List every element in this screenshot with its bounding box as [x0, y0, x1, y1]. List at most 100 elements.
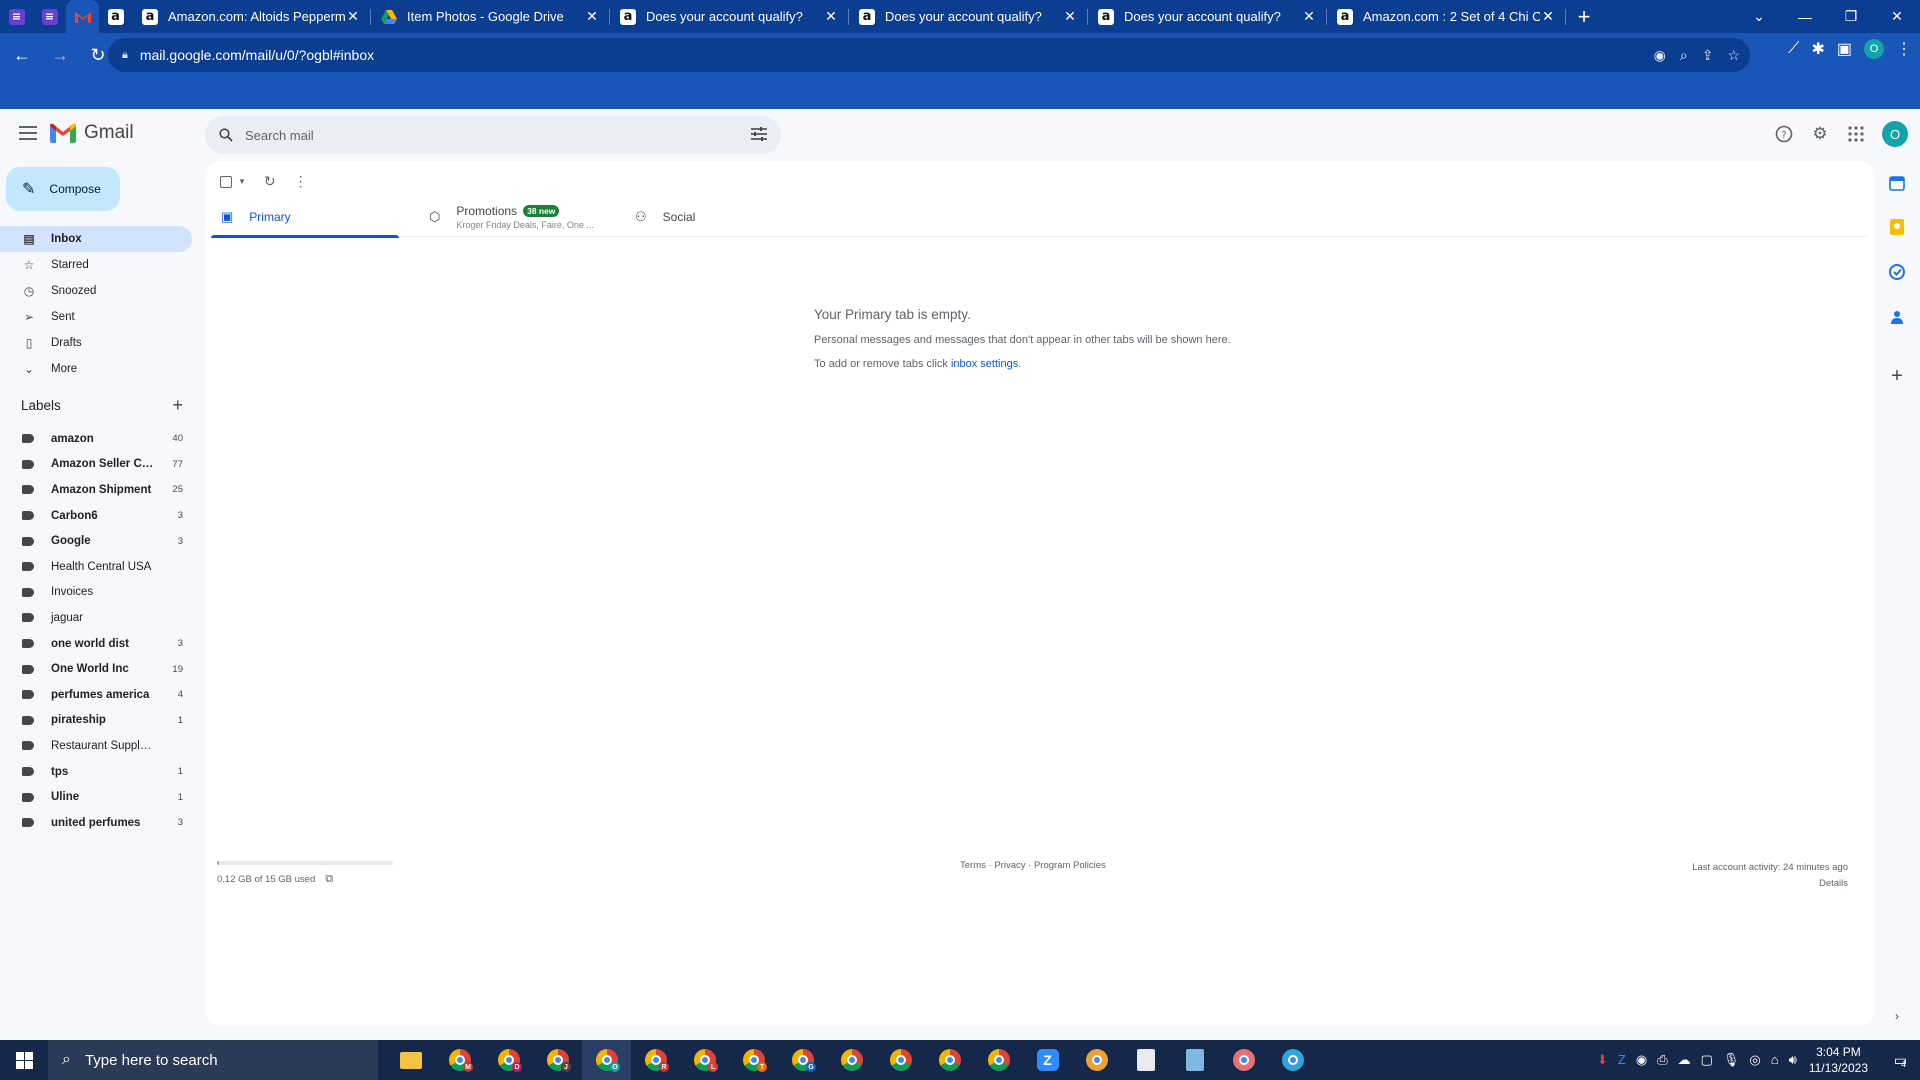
taskbar-search[interactable]: ⌕ Type here to search	[48, 1040, 378, 1080]
account-avatar[interactable]: O	[1882, 121, 1908, 147]
chrome-profile-icon[interactable]: G	[778, 1040, 827, 1080]
microphone-icon[interactable]: 🎙︎	[1723, 1052, 1740, 1068]
label-item[interactable]: amazon 40	[0, 426, 192, 452]
pinned-tab-amazon[interactable]: a	[99, 0, 132, 33]
side-panel-icon[interactable]: ▣	[1837, 39, 1852, 59]
lock-icon[interactable]: 🔒︎	[122, 49, 128, 62]
chrome-profile-icon[interactable]: O	[582, 1040, 631, 1080]
apps-grid-icon[interactable]	[1846, 124, 1866, 144]
activity-details-link[interactable]: Details	[1692, 876, 1848, 892]
chrome-icon[interactable]	[925, 1040, 974, 1080]
tab-promotions[interactable]: ⬡ Promotions 38 new Kroger Friday Deals,…	[419, 197, 609, 237]
label-item[interactable]: tps 1	[0, 759, 192, 785]
label-item[interactable]: Restaurant Supply D	[0, 733, 192, 759]
close-icon[interactable]: ✕	[1062, 8, 1078, 25]
start-button[interactable]	[0, 1040, 48, 1080]
close-icon[interactable]: ✕	[1540, 8, 1556, 25]
pinned-tab-1[interactable]: ≡	[0, 0, 33, 33]
privacy-link[interactable]: Privacy	[994, 860, 1025, 871]
zoom-app-icon[interactable]: Z	[1023, 1040, 1072, 1080]
main-menu-icon[interactable]	[18, 123, 38, 143]
label-item[interactable]: Google 3	[0, 528, 192, 554]
label-item[interactable]: Amazon Seller Ce... 77	[0, 452, 192, 478]
browser-tab[interactable]: a Does your account qualify? ✕	[849, 0, 1088, 33]
file-explorer-icon[interactable]	[386, 1040, 435, 1080]
browser-tab[interactable]: a Does your account qualify? ✕	[1088, 0, 1327, 33]
label-item[interactable]: Health Central USA	[0, 554, 192, 580]
nav-item-starred[interactable]: ☆ Starred	[0, 252, 192, 278]
nav-item-inbox[interactable]: ▤ Inbox	[0, 226, 192, 252]
chrome-profile-icon[interactable]: T	[729, 1040, 778, 1080]
tray-app-icon[interactable]: ▢	[1701, 1052, 1713, 1068]
chrome-icon[interactable]	[827, 1040, 876, 1080]
pinned-tab-gmail[interactable]	[66, 0, 99, 33]
program-policies-link[interactable]: Program Policies	[1034, 860, 1106, 871]
chrome-profile-icon[interactable]: D	[484, 1040, 533, 1080]
tab-search-icon[interactable]: ⌄	[1736, 0, 1782, 33]
search-input[interactable]	[245, 127, 725, 143]
telegram-icon[interactable]	[1268, 1040, 1317, 1080]
nav-item-more[interactable]: ⌄ More	[0, 356, 192, 382]
minimize-button[interactable]: —	[1782, 0, 1828, 33]
contacts-icon[interactable]	[1887, 307, 1907, 327]
network-icon[interactable]: ⌂	[1771, 1052, 1779, 1068]
calendar-icon[interactable]	[1887, 173, 1907, 193]
nav-item-sent[interactable]: ➢ Sent	[0, 304, 192, 330]
browser-menu-icon[interactable]: ⋮	[1896, 39, 1912, 59]
label-item[interactable]: jaguar	[0, 605, 192, 631]
cloud-icon[interactable]: ☁	[1678, 1052, 1691, 1068]
chrome-profile-icon[interactable]: L	[680, 1040, 729, 1080]
browser-tab[interactable]: a Amazon.com: Altoids Peppermint ✕	[132, 0, 371, 33]
label-item[interactable]: united perfumes 3	[0, 810, 192, 836]
chrome-icon[interactable]	[876, 1040, 925, 1080]
address-bar[interactable]: 🔒︎ mail.google.com/mail/u/0/?ogbl#inbox …	[108, 38, 1750, 72]
extension-icon[interactable]: ⟋	[1788, 40, 1799, 58]
calculator-icon[interactable]	[1121, 1040, 1170, 1080]
eye-icon[interactable]: ◉	[1654, 47, 1666, 64]
label-item[interactable]: Invoices	[0, 580, 192, 606]
browser-tab[interactable]: Item Photos - Google Drive ✕	[371, 0, 610, 33]
terms-link[interactable]: Terms	[960, 860, 986, 871]
search-icon[interactable]	[219, 128, 233, 142]
label-item[interactable]: Uline 1	[0, 784, 192, 810]
share-icon[interactable]: ⇪	[1702, 47, 1714, 64]
new-tab-button[interactable]: +	[1566, 0, 1602, 33]
back-button[interactable]: ←	[6, 39, 38, 71]
notepad-icon[interactable]	[1170, 1040, 1219, 1080]
label-item[interactable]: one world dist 3	[0, 631, 192, 657]
forward-button[interactable]: →	[44, 39, 76, 71]
gmail-logo[interactable]: Gmail	[50, 122, 134, 144]
chrome-profile-icon[interactable]: M	[435, 1040, 484, 1080]
browser-tab[interactable]: a Does your account qualify? ✕	[610, 0, 849, 33]
chevron-right-icon[interactable]: ›	[1887, 1006, 1907, 1026]
chrome-icon[interactable]	[974, 1040, 1023, 1080]
search-options-icon[interactable]	[751, 127, 767, 141]
compose-button[interactable]: ✎ Compose	[6, 167, 120, 211]
tray-app-icon[interactable]: ⬇	[1597, 1052, 1608, 1068]
camera-icon[interactable]: ◎	[1749, 1052, 1760, 1068]
bookmark-star-icon[interactable]: ☆	[1727, 47, 1740, 64]
nav-item-drafts[interactable]: ▯ Drafts	[0, 330, 192, 356]
nav-item-snoozed[interactable]: ◷ Snoozed	[0, 278, 192, 304]
open-in-new-icon[interactable]: ⧉	[325, 873, 333, 886]
label-item[interactable]: One World Inc 19	[0, 656, 192, 682]
notification-center-icon[interactable]: ▭ 4	[1880, 1040, 1920, 1080]
select-dropdown-icon[interactable]: ▼	[238, 177, 246, 186]
tab-social[interactable]: ⚇ Social	[625, 197, 785, 237]
browser-profile-avatar[interactable]: O	[1864, 39, 1884, 59]
printer-icon[interactable]: ⎙	[1657, 1052, 1667, 1068]
get-addons-icon[interactable]: +	[1887, 365, 1907, 387]
zoom-icon[interactable]: ⌕	[1680, 47, 1688, 64]
app-icon[interactable]	[1072, 1040, 1121, 1080]
extensions-puzzle-icon[interactable]: ✱	[1811, 39, 1824, 59]
refresh-icon[interactable]: ↻	[264, 173, 276, 190]
chrome-profile-icon[interactable]: J	[533, 1040, 582, 1080]
settings-gear-icon[interactable]: ⚙	[1810, 124, 1830, 144]
label-item[interactable]: perfumes america 4	[0, 682, 192, 708]
restore-button[interactable]: ❐	[1828, 0, 1874, 33]
add-label-icon[interactable]: +	[172, 395, 183, 416]
more-options-icon[interactable]: ⋮	[294, 173, 308, 190]
label-item[interactable]: Carbon6 3	[0, 503, 192, 529]
window-close-button[interactable]: ✕	[1874, 0, 1920, 33]
label-item[interactable]: pirateship 1	[0, 708, 192, 734]
